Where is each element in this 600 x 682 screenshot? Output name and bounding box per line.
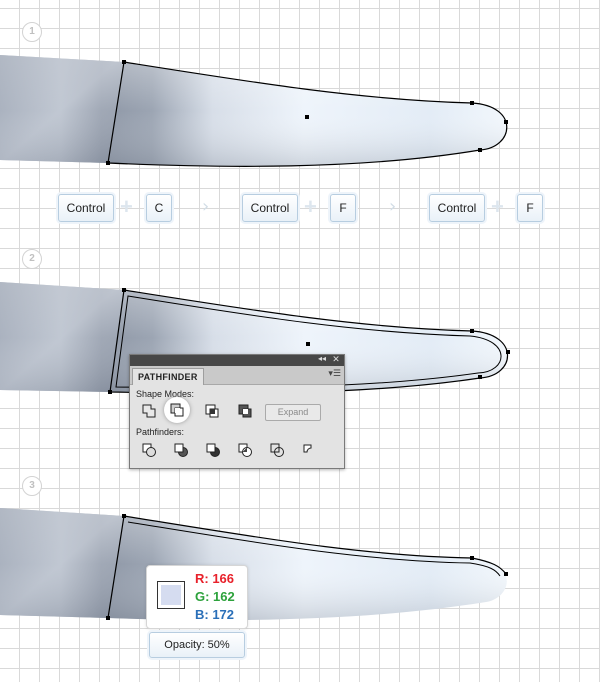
control-key-2: Control xyxy=(242,194,298,222)
pathfinders-label: Pathfinders: xyxy=(136,427,185,437)
green-value: G: 162 xyxy=(195,589,235,604)
plus-icon: + xyxy=(304,194,317,219)
collapse-icon[interactable]: ◂◂ xyxy=(318,353,326,365)
f-key-1: F xyxy=(330,194,356,222)
blade-step-1 xyxy=(0,55,508,167)
chevron-right-icon: › xyxy=(202,196,210,217)
exclude-icon[interactable] xyxy=(237,403,253,419)
pathfinder-panel: ◂◂ ✕ PATHFINDER ▾☰ Shape Modes: Expand P… xyxy=(129,354,345,469)
artwork-canvas xyxy=(0,55,510,621)
blue-value: B: 172 xyxy=(195,607,235,622)
panel-titlebar[interactable]: ◂◂ ✕ xyxy=(130,353,344,366)
shape-modes-label: Shape Modes: xyxy=(136,389,195,399)
control-key-1: Control xyxy=(58,194,114,222)
crop-icon[interactable] xyxy=(237,442,253,458)
expand-button[interactable]: Expand xyxy=(265,404,321,421)
minus-front-icon[interactable] xyxy=(169,402,185,418)
fill-swatch-frame[interactable] xyxy=(157,581,185,609)
unite-icon[interactable] xyxy=(141,403,157,419)
f-key-2: F xyxy=(517,194,543,222)
c-key: C xyxy=(146,194,172,222)
outline-icon[interactable] xyxy=(269,442,285,458)
opacity-value: Opacity: 50% xyxy=(149,632,245,658)
plus-icon: + xyxy=(120,194,133,219)
merge-icon[interactable] xyxy=(205,442,221,458)
color-info-card: R: 166 G: 162 B: 172 xyxy=(146,565,248,629)
chevron-right-icon: › xyxy=(389,196,397,217)
control-key-3: Control xyxy=(429,194,485,222)
minus-back-icon[interactable] xyxy=(301,442,317,458)
panel-tabbar: PATHFINDER ▾☰ xyxy=(130,366,344,385)
trim-icon[interactable] xyxy=(173,442,189,458)
intersect-icon[interactable] xyxy=(204,403,220,419)
plus-icon: + xyxy=(491,194,504,219)
panel-menu-icon[interactable]: ▾☰ xyxy=(328,369,341,380)
red-value: R: 166 xyxy=(195,571,235,586)
fill-swatch xyxy=(161,585,181,605)
close-icon[interactable]: ✕ xyxy=(330,355,342,366)
tab-pathfinder[interactable]: PATHFINDER xyxy=(132,368,204,385)
divide-icon[interactable] xyxy=(141,442,157,458)
blade-step-3 xyxy=(0,508,508,621)
